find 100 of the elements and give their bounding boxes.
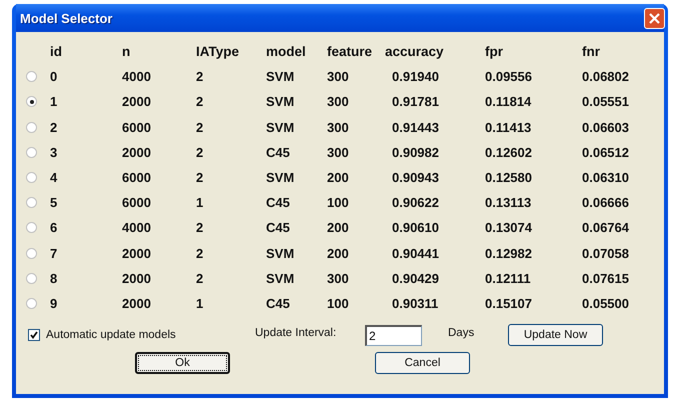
table-cell: 0 [50, 69, 58, 84]
table-cell: 6000 [122, 195, 151, 210]
table-cell: 2 [196, 69, 204, 84]
table-cell: 0.06603 [582, 120, 629, 135]
table-cell: C45 [266, 144, 290, 160]
table-cell: C45 [266, 195, 290, 210]
table-cell: 6 [50, 220, 58, 236]
table-cell: 8 [50, 270, 58, 286]
table-cell: 4 [50, 170, 58, 186]
radio-button[interactable] [26, 272, 37, 284]
table-cell: 2 [196, 144, 204, 160]
table-cell: SVM [266, 246, 294, 261]
table-cell: SVM [266, 120, 294, 135]
table-cell: 2000 [122, 296, 151, 311]
button[interactable]: Ok [135, 352, 230, 374]
radio-button[interactable] [26, 248, 37, 259]
unit-label: Days [447, 327, 476, 340]
table-cell: SVM [266, 170, 294, 186]
table-cell: 0.12111 [485, 270, 531, 286]
radio-button[interactable] [26, 122, 37, 133]
table-cell: 0.15107 [485, 296, 532, 311]
table-cell: 300 [327, 144, 349, 160]
radio-button[interactable] [26, 71, 37, 82]
table-cell: 4000 [122, 220, 151, 236]
table-cell-text: 0.90943 [391, 170, 439, 186]
column-header: fpr [485, 44, 503, 60]
radio-button[interactable] [26, 172, 37, 184]
table-cell: 0.06802 [582, 69, 629, 84]
window-title: Model Selector [20, 10, 112, 26]
table-cell: 2000 [122, 246, 151, 261]
button[interactable]: Update Now [508, 324, 603, 346]
column-header: model [266, 44, 306, 60]
close-button[interactable] [644, 8, 665, 28]
table-cell: 2 [196, 94, 204, 110]
table-cell: C45 [266, 296, 290, 311]
radio-button[interactable] [26, 222, 37, 234]
column-header: fnr [582, 44, 600, 60]
table-cell: SVM [266, 270, 294, 286]
table-cell: 100 [327, 195, 349, 210]
table-cell: 0.06512 [582, 144, 629, 160]
table-cell: 2 [196, 220, 204, 236]
table-cell: 0.13074 [485, 220, 532, 236]
table-cell: 1 [196, 195, 204, 210]
table-cell: 6000 [122, 170, 151, 186]
table-cell: 0.06764 [582, 220, 629, 236]
table-cell-text: 0.90982 [391, 144, 439, 160]
table-cell: 2 [196, 170, 204, 186]
table-cell: 5 [50, 195, 58, 210]
table-cell: 300 [327, 270, 349, 286]
table-cell: 2 [196, 246, 204, 261]
column-header: n [122, 44, 130, 60]
interval-field[interactable]: 2 [365, 324, 422, 346]
table-cell: 9 [50, 296, 58, 311]
table-cell: 200 [327, 170, 349, 186]
table-cell: 300 [327, 94, 349, 110]
table-cell: 4000 [122, 69, 151, 84]
table-cell: 2 [50, 120, 58, 135]
table-cell: SVM [266, 69, 294, 84]
table-cell: 300 [327, 120, 349, 135]
column-header: IAType [196, 44, 240, 60]
table-cell: 0.05551 [582, 94, 629, 110]
column-header: accuracy [385, 44, 444, 60]
table-cell: 6000 [122, 120, 151, 135]
table-cell-text: 0.90441 [391, 246, 439, 261]
column-header: feature [327, 44, 372, 60]
table-cell: 2000 [122, 94, 151, 110]
table-cell: 0.12580 [485, 170, 532, 186]
table-cell: 2000 [122, 270, 151, 286]
radio-button[interactable] [26, 96, 37, 108]
table-cell: 0.12982 [485, 246, 532, 261]
table-cell: 100 [327, 296, 349, 311]
radio-button[interactable] [26, 197, 37, 208]
table-cell-text: 0.91940 [391, 69, 439, 84]
table-cell: 0.07058 [582, 246, 629, 261]
table-cell-text: 0.90622 [391, 195, 439, 210]
table-cell: 7 [50, 246, 58, 261]
checkbox-label: Automatic update models [46, 329, 176, 342]
table-cell: 0.11814 [485, 94, 532, 110]
radio-button[interactable] [26, 298, 37, 309]
table-cell: 3 [50, 144, 58, 160]
table-cell: 200 [327, 246, 349, 261]
table-cell: 0.13113 [485, 195, 532, 210]
column-header: id [50, 44, 62, 60]
interval-label: Update Interval: [255, 327, 338, 340]
table-cell: SVM [266, 94, 294, 110]
radio-button[interactable] [26, 146, 37, 158]
table-cell: 2 [196, 120, 204, 135]
table-cell: 0.06310 [582, 170, 629, 186]
table-cell: 0.11413 [485, 120, 532, 135]
table-cell: C45 [266, 220, 290, 236]
table-cell: 1 [50, 94, 58, 110]
checkbox[interactable] [28, 329, 40, 342]
table-cell-text: 0.90311 [391, 296, 438, 311]
table-cell-text: 0.90610 [391, 220, 439, 236]
table-cell: 0.07615 [582, 270, 629, 286]
table-cell: 2000 [122, 144, 151, 160]
button[interactable]: Cancel [375, 352, 470, 374]
table-cell: 0.09556 [485, 69, 532, 84]
table-cell: 0.06666 [582, 195, 629, 210]
table-cell: 0.12602 [485, 144, 532, 160]
